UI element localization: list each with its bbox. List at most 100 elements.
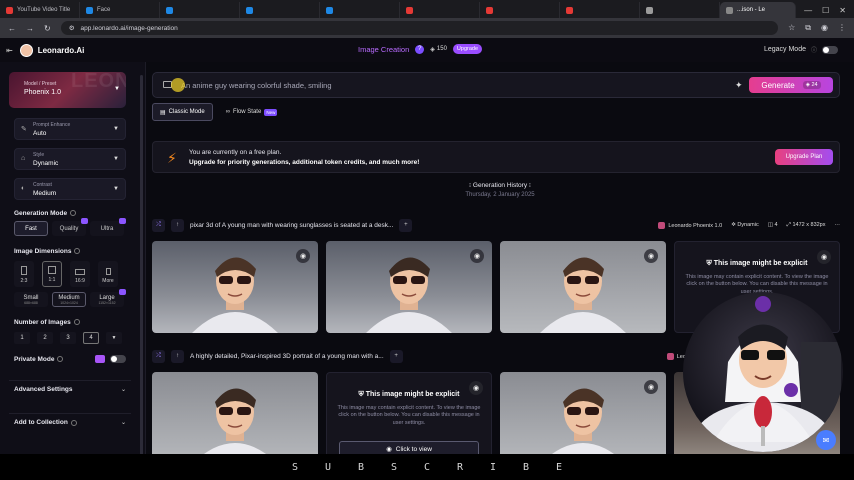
subscribe-letter: S xyxy=(291,461,299,473)
reuse-prompt-icon[interactable]: ↑ xyxy=(171,349,184,363)
count-chip: ◫ 4 xyxy=(767,222,778,228)
person-illustration xyxy=(192,257,278,333)
ratio-2-3[interactable]: 2:3 xyxy=(14,261,34,287)
remix-icon[interactable]: ⤮ xyxy=(152,349,165,363)
chat-support-button[interactable]: ✉ xyxy=(816,430,836,450)
help-icon[interactable] xyxy=(70,210,77,217)
model-preset-select[interactable]: LEONAR Model / Preset Phoenix 1.0 ▼ xyxy=(9,72,126,108)
browser-tab[interactable] xyxy=(560,2,640,18)
sidebar-scrollbar[interactable] xyxy=(140,75,143,455)
add-to-collection-accordion[interactable]: Add to Collection ⌄ xyxy=(9,413,131,431)
minimize-icon[interactable]: — xyxy=(804,6,812,15)
back-icon[interactable]: ← xyxy=(8,24,16,33)
row-prompt[interactable]: pixar 3d of A young man with wearing sun… xyxy=(190,222,393,229)
size-small[interactable]: Small 688×688 xyxy=(14,292,48,307)
reuse-prompt-icon[interactable]: ↑ xyxy=(171,218,184,232)
explicit-image-card[interactable]: ◉ ⛨ This image might be explicit This im… xyxy=(326,372,492,464)
upgrade-button[interactable]: Upgrade xyxy=(452,44,483,54)
browser-tab[interactable] xyxy=(240,2,320,18)
eye-icon[interactable]: ◉ xyxy=(296,249,310,263)
num-3[interactable]: 3 xyxy=(60,332,76,344)
image-dimensions-title: Image Dimensions xyxy=(14,248,81,255)
prompt-enhance-select[interactable]: ✎ Prompt Enhance Auto ▼ xyxy=(14,118,126,140)
mode-quality[interactable]: Quality xyxy=(52,218,88,236)
tab-label: YouTube Video Title xyxy=(17,7,71,13)
collapse-sidebar-icon[interactable]: ⇤ xyxy=(6,46,13,55)
more-options-icon[interactable]: ⋯ xyxy=(835,222,841,228)
generate-button[interactable]: Generate ◈ 24 xyxy=(749,77,833,93)
sparkle-icon[interactable]: ✦ xyxy=(735,80,743,91)
ratio-more[interactable]: More xyxy=(98,261,118,287)
address-bar[interactable]: ⚙ app.leonardo.ai/image-generation xyxy=(60,21,779,35)
premium-badge-icon xyxy=(119,218,126,224)
site-info-icon[interactable]: ⚙ xyxy=(69,24,75,32)
num-4[interactable]: 4 xyxy=(83,332,99,344)
mode-ultra[interactable]: Ultra xyxy=(90,218,126,236)
token-value: 150 xyxy=(436,46,447,52)
browser-tab[interactable] xyxy=(320,2,400,18)
number-of-images-group: 1 2 3 4 ▼ xyxy=(14,332,122,344)
browser-tab-active[interactable]: ...ison - Le xyxy=(720,2,797,18)
menu-icon[interactable]: ⋮ xyxy=(838,23,846,33)
tab-classic-mode[interactable]: ▤ Classic Mode xyxy=(152,103,213,121)
reload-icon[interactable]: ↻ xyxy=(44,24,51,33)
history-title: ⁝ Generation History ⁝ xyxy=(469,182,531,189)
size-medium[interactable]: Medium 1024×1024 xyxy=(52,292,86,307)
help-icon[interactable] xyxy=(70,419,77,426)
contrast-select[interactable]: ◐ Contrast Medium ▼ xyxy=(14,178,126,200)
remix-icon[interactable]: ⤮ xyxy=(152,218,165,232)
prompt-input[interactable]: An anime guy wearing colorful shade, smi… xyxy=(181,81,332,90)
profile-icon[interactable]: ◉ xyxy=(821,23,828,33)
extensions-icon[interactable]: ⧉ xyxy=(805,23,811,33)
forward-icon[interactable]: → xyxy=(26,24,34,33)
size-large[interactable]: Large 1152×1152 xyxy=(90,289,126,307)
browser-tab[interactable]: Face xyxy=(80,2,160,18)
help-icon[interactable] xyxy=(73,319,80,326)
style-select[interactable]: ⌂ Style Dynamic ▼ xyxy=(14,148,126,170)
row-prompt[interactable]: A highly detailed, Pixar-inspired 3D por… xyxy=(190,353,384,360)
browser-tab[interactable] xyxy=(640,2,720,18)
num-2[interactable]: 2 xyxy=(37,332,53,344)
info-icon: ⓘ xyxy=(810,48,817,54)
legacy-mode-toggle[interactable] xyxy=(822,45,838,54)
bookmark-star-icon[interactable]: ☆ xyxy=(788,23,795,33)
prompt-enhance-label: Prompt Enhance xyxy=(33,122,71,128)
num-more-dropdown[interactable]: ▼ xyxy=(106,332,122,344)
section-title: Image Creation xyxy=(358,44,410,54)
add-icon[interactable]: + xyxy=(399,218,413,232)
help-icon[interactable]: ? xyxy=(415,44,425,54)
chevron-down-icon: ⌄ xyxy=(120,420,126,426)
eye-icon: ◉ xyxy=(386,446,392,453)
ratio-16-9[interactable]: 16:9 xyxy=(70,261,90,287)
generated-image[interactable]: ◉ xyxy=(500,241,666,333)
num-1[interactable]: 1 xyxy=(14,332,30,344)
eye-icon[interactable]: ◉ xyxy=(644,380,658,394)
brand[interactable]: ⇤ Leonardo.Ai xyxy=(6,43,84,57)
generated-image[interactable]: ◉ xyxy=(152,241,318,333)
browser-tab[interactable] xyxy=(160,2,240,18)
private-mode: Private Mode xyxy=(14,355,126,363)
close-icon[interactable]: ✕ xyxy=(839,6,846,15)
tab-favicon-icon xyxy=(246,6,253,14)
ratio-1-1[interactable]: 1:1 xyxy=(42,261,62,287)
browser-tab[interactable]: YouTube Video Title xyxy=(0,2,80,18)
add-icon[interactable]: + xyxy=(389,349,403,363)
private-mode-toggle[interactable] xyxy=(110,355,126,363)
chevron-down-icon: ⌄ xyxy=(120,387,126,393)
generation-mode-title: Generation Mode xyxy=(14,210,77,217)
token-icon: ◈ xyxy=(430,46,435,53)
eye-icon[interactable]: ◉ xyxy=(644,249,658,263)
help-icon[interactable] xyxy=(57,356,64,362)
upgrade-plan-button[interactable]: Upgrade Plan xyxy=(775,149,833,165)
browser-tab[interactable] xyxy=(480,2,560,18)
generated-image[interactable]: ◉ xyxy=(326,241,492,333)
eye-icon[interactable]: ◉ xyxy=(470,249,484,263)
browser-tab[interactable] xyxy=(400,2,480,18)
mode-fast[interactable]: Fast xyxy=(14,221,48,236)
maximize-icon[interactable]: ☐ xyxy=(822,6,829,15)
generated-image[interactable]: ◉ xyxy=(500,372,666,464)
help-icon[interactable] xyxy=(74,248,81,255)
generated-image[interactable] xyxy=(152,372,318,464)
tab-flow-state[interactable]: ∞ Flow State New xyxy=(219,103,285,121)
advanced-settings-accordion[interactable]: Advanced Settings ⌄ xyxy=(9,380,131,398)
